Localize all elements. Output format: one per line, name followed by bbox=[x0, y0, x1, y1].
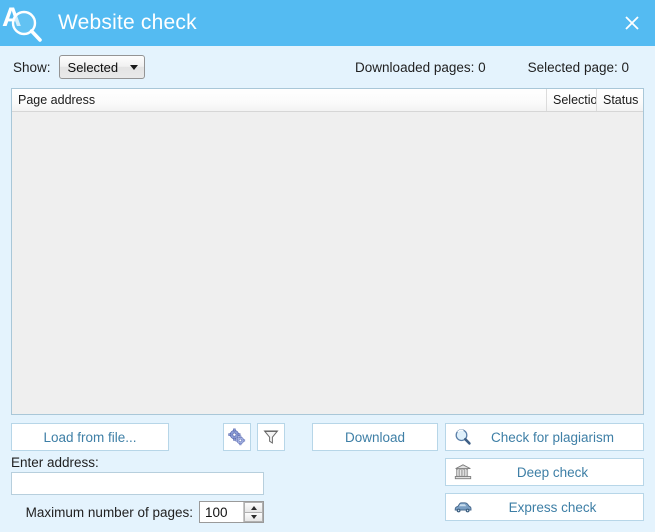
max-pages-spin-buttons bbox=[243, 502, 263, 522]
column-header-page-address[interactable]: Page address bbox=[12, 89, 547, 111]
close-button[interactable] bbox=[609, 0, 655, 46]
show-label: Show: bbox=[13, 59, 51, 75]
window-title: Website check bbox=[58, 11, 197, 34]
download-button[interactable]: Download bbox=[312, 423, 438, 451]
page-list-header: Page address Selectio Status bbox=[12, 89, 643, 112]
column-header-selection[interactable]: Selectio bbox=[547, 89, 597, 111]
download-label: Download bbox=[344, 429, 406, 445]
window-titlebar: A Website check bbox=[0, 0, 655, 46]
max-pages-label: Maximum number of pages: bbox=[25, 504, 193, 520]
load-from-file-button[interactable]: Load from file... bbox=[11, 423, 169, 451]
express-check-button[interactable]: Express check bbox=[445, 493, 644, 521]
address-input[interactable] bbox=[11, 472, 264, 495]
load-from-file-label: Load from file... bbox=[43, 429, 137, 445]
chevron-down-icon bbox=[130, 64, 139, 70]
magnifier-a-icon: A bbox=[0, 0, 46, 46]
car-icon bbox=[446, 499, 480, 515]
counters: Downloaded pages: 0 Selected page: 0 bbox=[355, 60, 642, 75]
express-check-label: Express check bbox=[508, 499, 597, 515]
max-pages-increment-button[interactable] bbox=[244, 502, 263, 512]
triangle-down-icon bbox=[250, 515, 257, 519]
funnel-filter-icon bbox=[263, 430, 279, 444]
settings-button[interactable] bbox=[223, 423, 251, 451]
max-pages-decrement-button[interactable] bbox=[244, 512, 263, 522]
gears-icon bbox=[228, 428, 246, 446]
enter-address-label: Enter address: bbox=[11, 455, 99, 470]
website-check-window: A Website check Show: Selected Downloade… bbox=[0, 0, 655, 532]
max-pages-row: Maximum number of pages: 100 bbox=[11, 501, 264, 523]
deep-check-button[interactable]: Deep check bbox=[445, 458, 644, 486]
check-for-plagiarism-label: Check for plagiarism bbox=[490, 429, 615, 445]
show-filter-dropdown[interactable]: Selected bbox=[58, 55, 146, 79]
column-header-status[interactable]: Status bbox=[597, 89, 643, 111]
toolbar: Show: Selected Downloaded pages: 0 Selec… bbox=[0, 46, 655, 88]
filter-button[interactable] bbox=[257, 423, 285, 451]
bank-building-icon bbox=[446, 463, 480, 481]
close-icon bbox=[625, 16, 639, 30]
deep-check-label: Deep check bbox=[516, 464, 589, 480]
max-pages-stepper[interactable]: 100 bbox=[199, 501, 264, 523]
max-pages-value[interactable]: 100 bbox=[200, 502, 243, 522]
show-filter-value: Selected bbox=[67, 59, 119, 75]
page-list: Page address Selectio Status bbox=[11, 88, 644, 415]
triangle-up-icon bbox=[250, 505, 257, 510]
downloaded-pages-count: Downloaded pages: 0 bbox=[355, 59, 486, 75]
page-list-body[interactable] bbox=[12, 112, 643, 414]
magnifier-icon bbox=[446, 428, 480, 446]
selected-page-count: Selected page: 0 bbox=[527, 59, 629, 75]
check-for-plagiarism-button[interactable]: Check for plagiarism bbox=[445, 423, 644, 451]
